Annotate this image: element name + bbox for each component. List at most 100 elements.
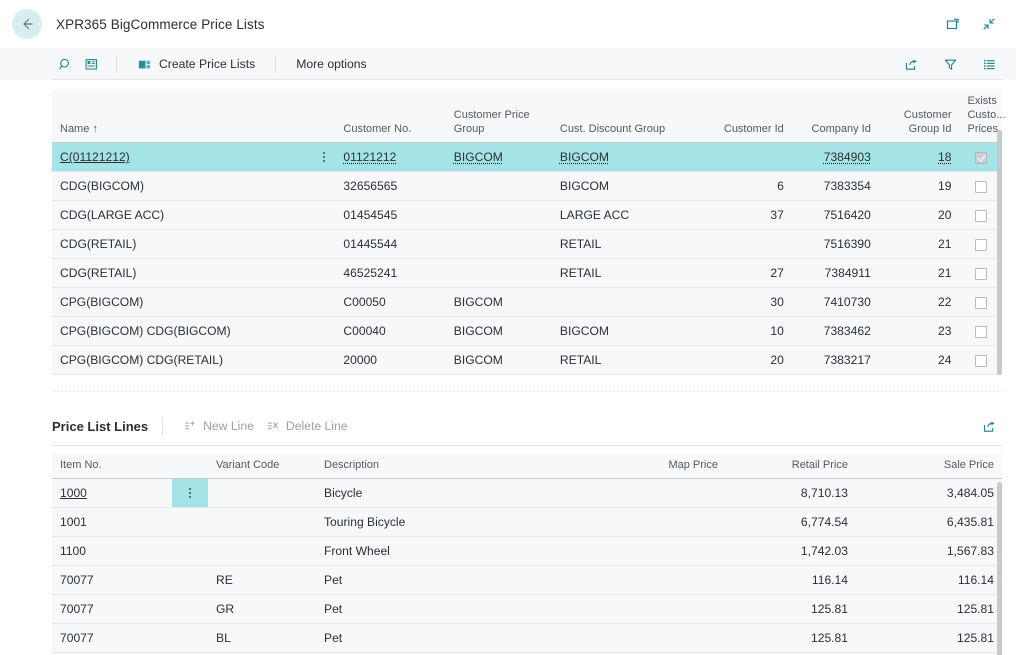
lines-share-export-button[interactable] [976, 415, 1002, 437]
cell-company-id[interactable]: 7384903 [791, 142, 879, 173]
cell-customer-group-id[interactable]: 24 [878, 345, 960, 376]
table-row[interactable]: CPG(BIGCOM) C00050 BIGCOM 30 7410730 22 [52, 287, 1002, 318]
cell-row-menu[interactable] [309, 142, 336, 173]
cell-customer-price-group[interactable]: BIGCOM [445, 316, 552, 347]
cell-exists-customer-prices[interactable] [959, 142, 1002, 173]
exists-customer-prices-checkbox[interactable] [974, 181, 987, 194]
cell-customer-id[interactable]: 20 [698, 345, 792, 376]
cell-row-menu[interactable] [309, 171, 336, 202]
cell-customer-no[interactable]: 01454545 [335, 200, 446, 231]
exists-customer-prices-checkbox[interactable] [974, 210, 987, 223]
cell-customer-id[interactable]: 10 [698, 316, 792, 347]
cell-company-id[interactable]: 7516420 [791, 200, 879, 231]
price-list-lines-vertical-scrollbar[interactable] [997, 482, 1002, 655]
table-row[interactable]: C(01121212) 01121212 BIGCOM BIGCOM 7384903 18 [52, 142, 1002, 173]
cell-customer-no[interactable]: 32656565 [335, 171, 446, 202]
exists-customer-prices-checkbox[interactable] [974, 355, 987, 368]
col-header-cust-discount-group[interactable]: Cust. Discount Group [551, 90, 699, 144]
cell-row-menu[interactable] [309, 229, 336, 260]
cell-exists-customer-prices[interactable] [959, 229, 1002, 260]
cell-cust-discount-group[interactable]: BIGCOM [551, 171, 699, 202]
back-button[interactable] [12, 9, 42, 39]
cell-customer-group-id[interactable]: 18 [878, 142, 960, 173]
cell-name[interactable]: CDG(RETAIL) [52, 229, 310, 260]
cell-customer-id[interactable] [698, 142, 792, 173]
cell-customer-group-id[interactable]: 21 [878, 229, 960, 260]
cell-customer-group-id[interactable]: 20 [878, 200, 960, 231]
cell-exists-customer-prices[interactable] [959, 316, 1002, 347]
cell-variant-code[interactable]: BL [208, 623, 316, 654]
cell-cust-discount-group[interactable]: BIGCOM [551, 316, 699, 347]
cell-map-price[interactable] [546, 478, 726, 509]
cell-name[interactable]: CPG(BIGCOM) [52, 287, 310, 318]
cell-row-menu[interactable] [309, 316, 336, 347]
cell-customer-no[interactable]: 46525241 [335, 258, 446, 289]
cell-name[interactable]: CDG(BIGCOM) [52, 171, 310, 202]
cell-retail-price[interactable]: 1,742.03 [726, 536, 856, 567]
price-list-name-link[interactable]: C(01121212) [60, 150, 130, 164]
cell-cust-discount-group[interactable]: RETAIL [551, 345, 699, 376]
col-header-exists-customer-prices[interactable]: Exists Custo... Prices [959, 90, 1005, 144]
cell-item-no[interactable]: 70077 [52, 565, 172, 596]
cell-sale-price[interactable]: 125.81 [856, 594, 1002, 625]
cell-variant-code[interactable]: RE [208, 565, 316, 596]
table-row[interactable]: 70077 RE Pet 116.14 116.14 [52, 565, 1002, 596]
create-price-lists-button[interactable]: Create Price Lists [129, 55, 263, 74]
cell-sale-price[interactable]: 125.81 [856, 623, 1002, 654]
share-export-button[interactable] [898, 53, 924, 75]
cell-item-no[interactable]: 1001 [52, 507, 172, 538]
cell-variant-code[interactable] [208, 478, 316, 509]
table-row[interactable]: 1000 Bicycle 8,710.13 3,484.05 [52, 478, 1002, 509]
cell-customer-id[interactable]: 30 [698, 287, 792, 318]
cell-company-id[interactable]: 7410730 [791, 287, 879, 318]
table-row[interactable]: CDG(LARGE ACC) 01454545 LARGE ACC 37 7516420… [52, 200, 1002, 231]
cell-retail-price[interactable]: 8,710.13 [726, 478, 856, 509]
cell-row-menu[interactable] [309, 345, 336, 376]
cell-customer-id[interactable] [698, 229, 792, 260]
cell-row-menu[interactable] [309, 258, 336, 289]
delete-line-button[interactable]: Delete Line [260, 417, 354, 435]
cell-row-menu[interactable] [172, 536, 208, 567]
cell-customer-no[interactable]: C00040 [335, 316, 446, 347]
cell-customer-group-id[interactable]: 22 [878, 287, 960, 318]
exists-customer-prices-checkbox[interactable] [974, 297, 987, 310]
card-view-button[interactable] [78, 53, 104, 75]
cell-description[interactable]: Bicycle [316, 478, 546, 509]
cell-sale-price[interactable]: 1,567.83 [856, 536, 1002, 567]
cell-customer-price-group[interactable] [445, 229, 552, 260]
cell-company-id[interactable]: 7384911 [791, 258, 879, 289]
cell-customer-price-group[interactable]: BIGCOM [445, 345, 552, 376]
exists-customer-prices-checkbox[interactable] [974, 152, 987, 165]
cell-name[interactable]: C(01121212) [52, 142, 310, 173]
cell-retail-price[interactable]: 125.81 [726, 594, 856, 625]
cell-item-no[interactable]: 70077 [52, 594, 172, 625]
cell-customer-group-id[interactable]: 23 [878, 316, 960, 347]
cell-map-price[interactable] [546, 594, 726, 625]
cell-row-menu[interactable] [172, 478, 208, 509]
list-view-button[interactable] [976, 53, 1002, 75]
table-row[interactable]: 70077 BL Pet 125.81 125.81 [52, 623, 1002, 654]
col-header-description[interactable]: Description [316, 454, 546, 480]
item-no-link[interactable]: 1000 [60, 486, 87, 500]
table-row[interactable]: 70077 GR Pet 125.81 125.81 [52, 594, 1002, 625]
cell-row-menu[interactable] [309, 287, 336, 318]
col-header-customer-price-group[interactable]: Customer Price Group [445, 90, 552, 144]
cell-company-id[interactable]: 7383354 [791, 171, 879, 202]
cell-exists-customer-prices[interactable] [959, 287, 1002, 318]
cell-name[interactable]: CPG(BIGCOM) CDG(BIGCOM) [52, 316, 310, 347]
cell-customer-id[interactable]: 37 [698, 200, 792, 231]
cell-sale-price[interactable]: 3,484.05 [856, 478, 1002, 509]
cell-description[interactable]: Pet [316, 594, 546, 625]
cell-exists-customer-prices[interactable] [959, 200, 1002, 231]
cell-variant-code[interactable] [208, 507, 316, 538]
cell-description[interactable]: Front Wheel [316, 536, 546, 567]
cell-customer-price-group[interactable]: BIGCOM [445, 142, 552, 173]
cell-customer-id[interactable]: 27 [698, 258, 792, 289]
cell-customer-no[interactable]: 01121212 [335, 142, 446, 173]
cell-variant-code[interactable] [208, 536, 316, 567]
cell-sale-price[interactable]: 6,435.81 [856, 507, 1002, 538]
cell-customer-price-group[interactable] [445, 258, 552, 289]
exists-customer-prices-checkbox[interactable] [974, 326, 987, 339]
cell-name[interactable]: CDG(RETAIL) [52, 258, 310, 289]
cell-description[interactable]: Pet [316, 623, 546, 654]
